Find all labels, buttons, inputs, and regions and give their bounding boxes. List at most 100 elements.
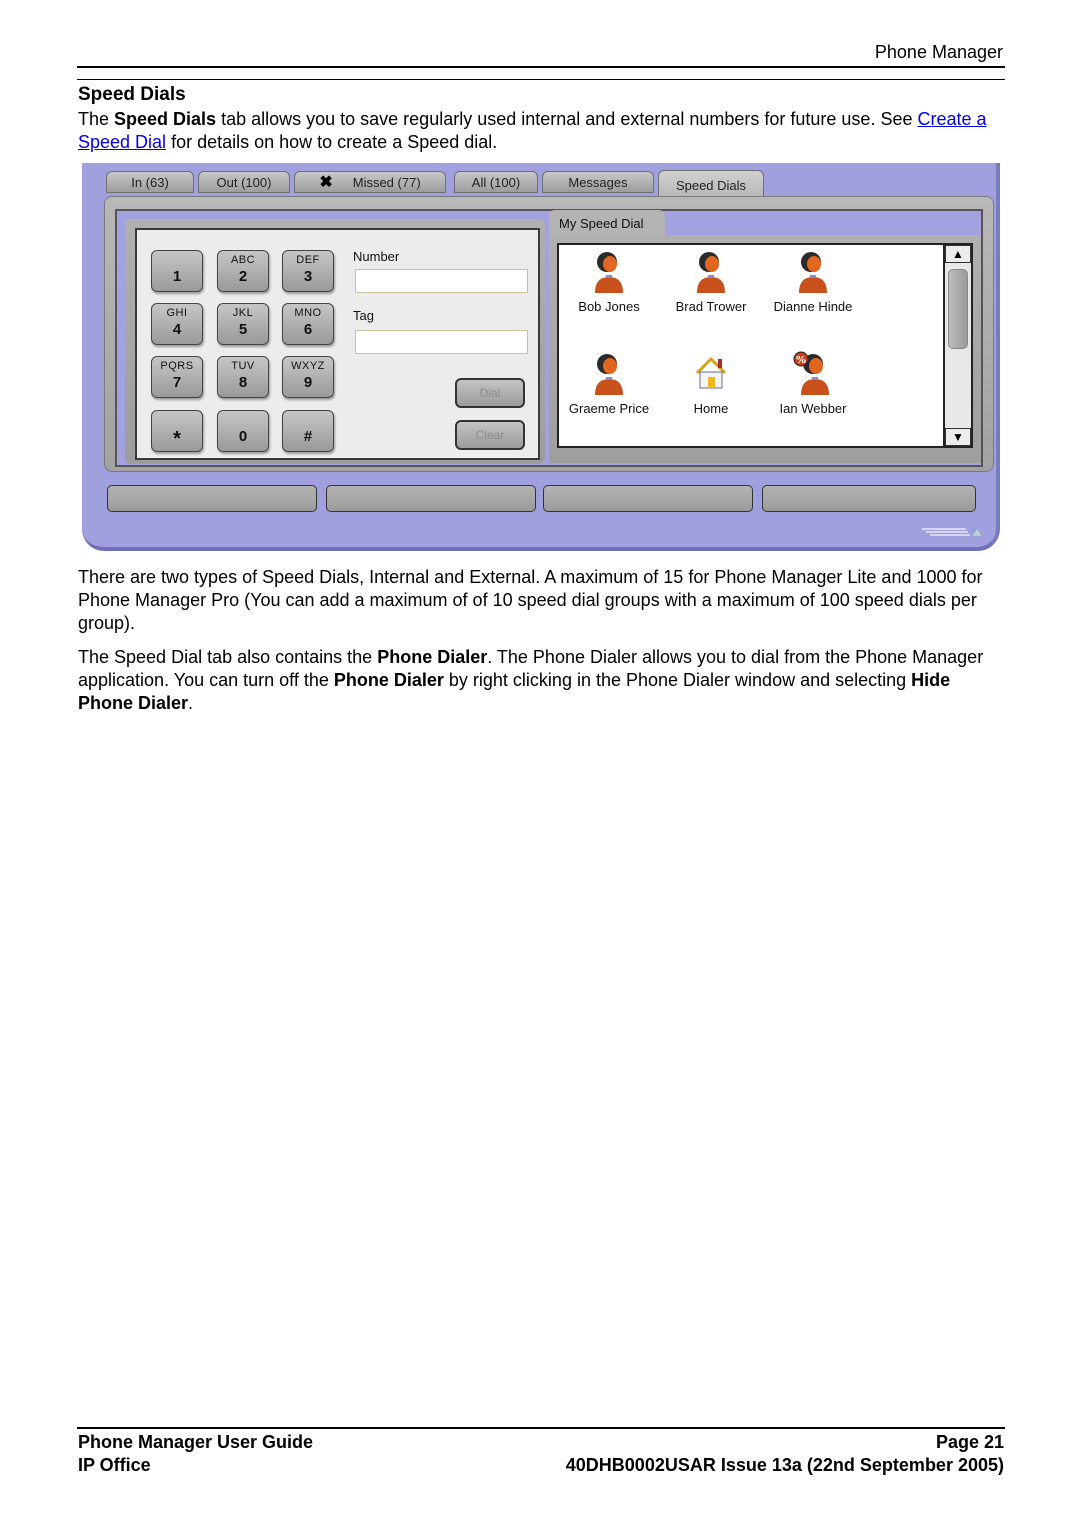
speed-dial-name: Ian Webber: [779, 401, 847, 416]
key-letters: MNO: [294, 307, 322, 319]
scroll-up-button[interactable]: ▲: [945, 245, 971, 263]
key-digit: *: [173, 428, 181, 450]
header-rule: [77, 66, 1005, 68]
key-digit: 9: [303, 374, 313, 391]
footer-guide-title: Phone Manager User Guide: [78, 1432, 314, 1452]
key-digit: 0: [238, 428, 248, 445]
tab-in[interactable]: In (63): [106, 171, 194, 193]
tab-label: All (100): [471, 174, 521, 190]
person-icon: [587, 249, 631, 293]
tab-label: Speed Dials: [675, 178, 747, 193]
tab-all[interactable]: All (100): [454, 171, 538, 193]
speed-dial-name: Brad Trower: [675, 299, 747, 314]
key-6[interactable]: MNO 6: [282, 303, 334, 345]
key-0[interactable]: 0: [217, 410, 269, 452]
arrow-down-icon: ▼: [952, 430, 964, 444]
footer-left: Phone Manager User Guide IP Office: [78, 1431, 313, 1477]
number-input[interactable]: [355, 269, 528, 293]
key-letters: [152, 414, 202, 428]
key-digit: 4: [172, 321, 182, 338]
key-5[interactable]: JKL 5: [217, 303, 269, 345]
number-label: Number: [353, 249, 400, 264]
key-digit: 1: [172, 268, 182, 285]
para-text: The Speed Dial tab also contains the: [78, 647, 378, 667]
speed-dial-name: Home: [693, 401, 729, 416]
key-9[interactable]: WXYZ 9: [282, 356, 334, 398]
speed-dial-item[interactable]: Bob Jones: [559, 249, 659, 314]
content-band: 1 ABC 2 DEF 3 GHI 4 JKL 5 MNO 6 PQRS 7 TUV 8 WX…: [115, 209, 983, 467]
para-bold: Phone Dialer: [377, 647, 488, 667]
intro-text: The: [78, 109, 115, 129]
page-title: Speed Dials: [78, 84, 186, 105]
key-star[interactable]: *: [151, 410, 203, 452]
footer-rule: [77, 1427, 1005, 1429]
key-letters: GHI: [166, 307, 188, 319]
speed-dial-name: Graeme Price: [568, 401, 650, 416]
arrow-up-icon: ▲: [952, 247, 964, 261]
tag-input[interactable]: [355, 330, 528, 354]
key-digit: #: [303, 428, 313, 445]
key-4[interactable]: GHI 4: [151, 303, 203, 345]
dialer-face: 1 ABC 2 DEF 3 GHI 4 JKL 5 MNO 6 PQRS 7 TUV 8 WX…: [135, 228, 540, 460]
speed-dial-item[interactable]: Brad Trower: [661, 249, 761, 314]
key-digit: 5: [238, 321, 248, 338]
key-hash[interactable]: #: [282, 410, 334, 452]
scroll-down-button[interactable]: ▼: [945, 428, 971, 446]
dial-button[interactable]: Dial: [455, 378, 525, 408]
speed-dial-item[interactable]: Graeme Price: [559, 351, 659, 416]
para-bold: Phone Dialer: [333, 670, 444, 690]
person-busy-icon: %: [791, 351, 835, 395]
footer-right: Page 21 40DHB0002USAR Issue 13a (22nd Se…: [566, 1431, 1004, 1477]
speed-dial-panel: Bob Jones Brad Trower Dianne Hinde Graem…: [549, 235, 981, 463]
key-digit: 8: [238, 374, 248, 391]
key-letters: [218, 414, 268, 428]
bottom-button-3[interactable]: [543, 485, 753, 512]
tab-out[interactable]: Out (100): [198, 171, 290, 193]
section-name: Phone Manager: [874, 42, 1003, 62]
key-digit: 7: [172, 374, 182, 391]
tab-messages[interactable]: Messages: [542, 171, 654, 193]
speed-dial-scrollbar[interactable]: ▲ ▼: [943, 245, 971, 446]
bottom-button-4[interactable]: [762, 485, 976, 512]
tab-my-speed-dial[interactable]: My Speed Dial: [549, 210, 665, 236]
header-rule-thin: [77, 79, 1005, 80]
tab-label: Missed (77): [352, 174, 421, 190]
key-letters: JKL: [232, 307, 254, 319]
key-letters: [283, 414, 333, 428]
speed-dial-item[interactable]: Home: [661, 351, 761, 416]
bottom-button-1[interactable]: [107, 485, 317, 512]
para-text: .: [188, 693, 194, 713]
key-digit: 2: [238, 268, 248, 285]
intro-paragraph: The Speed Dials tab allows you to save r…: [78, 108, 1008, 154]
key-1[interactable]: 1: [151, 250, 203, 292]
speed-dial-list: Bob Jones Brad Trower Dianne Hinde Graem…: [557, 243, 973, 448]
person-icon: [689, 249, 733, 293]
types-paragraph: There are two types of Speed Dials, Inte…: [78, 567, 983, 633]
bottom-button-2[interactable]: [326, 485, 536, 512]
intro-bold: Speed Dials: [114, 109, 217, 129]
resize-grip-icon[interactable]: [922, 525, 983, 537]
tab-label: In (63): [131, 174, 169, 190]
key-letters: WXYZ: [291, 360, 325, 372]
key-digit: 6: [303, 321, 313, 338]
speed-dial-item[interactable]: % Ian Webber: [763, 351, 863, 416]
tab-label: Messages: [568, 174, 628, 190]
speed-dial-item[interactable]: Dianne Hinde: [763, 249, 863, 314]
key-letters: [152, 254, 202, 268]
clear-button[interactable]: Clear: [455, 420, 525, 450]
key-2[interactable]: ABC 2: [217, 250, 269, 292]
person-icon: [791, 249, 835, 293]
key-letters: TUV: [231, 360, 255, 372]
key-7[interactable]: PQRS 7: [151, 356, 203, 398]
scroll-thumb[interactable]: [948, 269, 968, 349]
key-letters: ABC: [230, 254, 256, 266]
tab-label: Out (100): [216, 174, 272, 190]
key-letters: PQRS: [160, 360, 194, 372]
key-3[interactable]: DEF 3: [282, 250, 334, 292]
tab-content-frame: 1 ABC 2 DEF 3 GHI 4 JKL 5 MNO 6 PQRS 7 TUV 8 WX…: [104, 196, 994, 472]
person-icon: [587, 351, 631, 395]
key-letters: DEF: [296, 254, 320, 266]
key-digit: 3: [303, 268, 313, 285]
key-8[interactable]: TUV 8: [217, 356, 269, 398]
tab-missed[interactable]: ✖ Missed (77): [294, 171, 446, 193]
